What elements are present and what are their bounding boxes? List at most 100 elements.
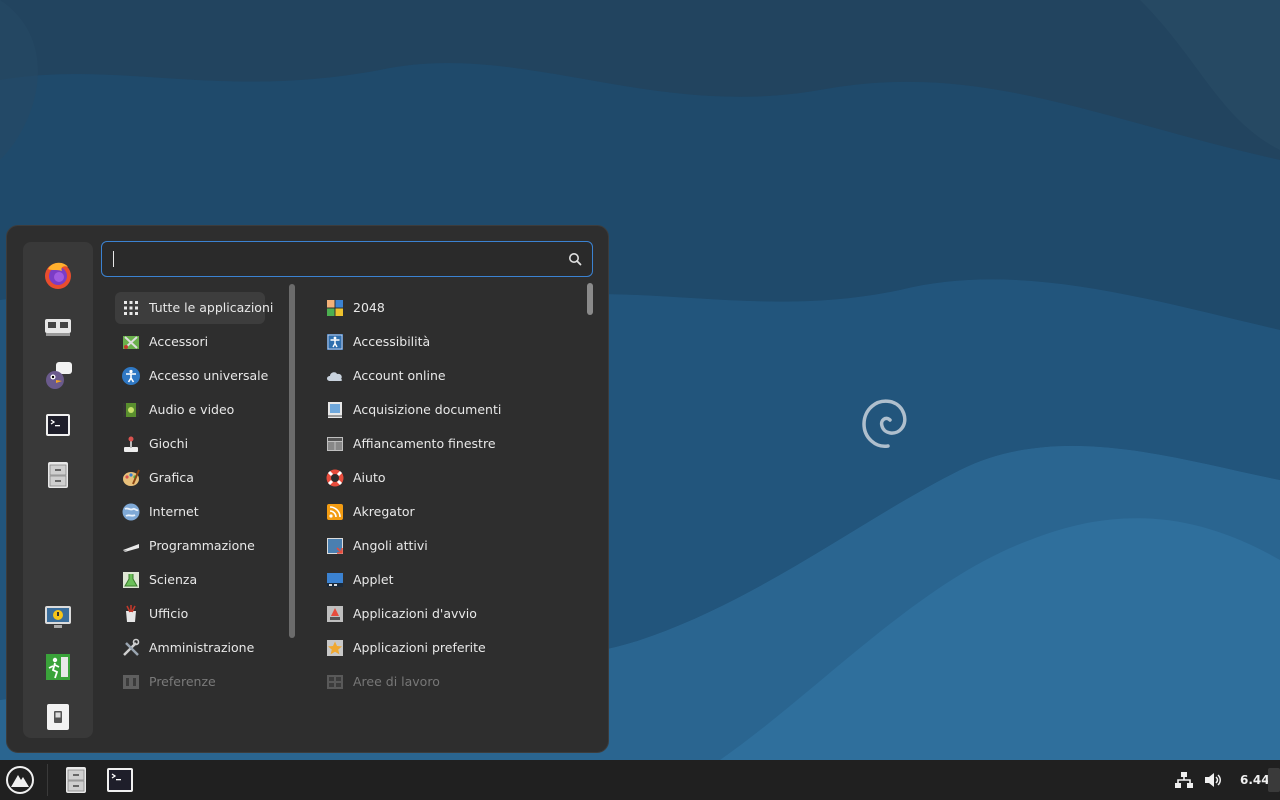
- app-preferred-applications[interactable]: Applicazioni preferite: [319, 632, 579, 664]
- applet-icon: [327, 573, 343, 587]
- pidgin-icon[interactable]: [39, 356, 77, 394]
- app-label: Aree di lavoro: [353, 674, 440, 689]
- search-input[interactable]: [112, 242, 556, 278]
- science-icon: [123, 572, 139, 588]
- category-internet[interactable]: Internet: [115, 496, 265, 528]
- system-monitor-icon[interactable]: [39, 306, 77, 344]
- app-workspaces[interactable]: Aree di lavoro: [319, 666, 579, 698]
- category-graphics[interactable]: Grafica: [115, 462, 265, 494]
- accessories-icon: [123, 336, 139, 349]
- category-label: Audio e video: [149, 402, 235, 417]
- taskbar-terminal-button[interactable]: [102, 762, 138, 798]
- menu-button[interactable]: [2, 762, 38, 798]
- debian-swirl-icon: [862, 399, 907, 448]
- category-label: Accessori: [149, 334, 209, 349]
- app-label: Applet: [353, 572, 394, 587]
- app-document-scanner[interactable]: Acquisizione documenti: [319, 394, 579, 426]
- category-accessories[interactable]: Accessori: [115, 326, 265, 358]
- app-accessibility[interactable]: Accessibilità: [319, 326, 579, 358]
- category-games[interactable]: Giochi: [115, 428, 265, 460]
- category-office[interactable]: Ufficio: [115, 598, 265, 630]
- category-all-applications[interactable]: Tutte le applicazioni: [115, 292, 273, 324]
- category-label: Accesso universale: [149, 368, 269, 383]
- game-2048-icon: [327, 300, 343, 316]
- app-applets[interactable]: Applet: [319, 564, 579, 596]
- app-label: Applicazioni preferite: [353, 640, 486, 655]
- cinnamon-menu-icon: [6, 766, 34, 794]
- grid-icon: [124, 301, 138, 315]
- show-desktop-button[interactable]: [1268, 768, 1280, 792]
- lock-screen-icon[interactable]: [39, 598, 77, 636]
- volume-icon[interactable]: [1203, 771, 1223, 789]
- workspaces-icon: [327, 675, 343, 689]
- preferences-icon: [123, 675, 139, 689]
- app-window-tiling[interactable]: Affiancamento finestre: [319, 428, 579, 460]
- startup-apps-icon: [327, 606, 343, 622]
- category-audio-video[interactable]: Audio e video: [115, 394, 265, 426]
- text-caret: [113, 251, 114, 267]
- globe-icon: [122, 503, 140, 521]
- app-label: Angoli attivi: [353, 538, 428, 553]
- cloud-icon: [327, 372, 343, 381]
- app-2048[interactable]: 2048: [319, 292, 579, 324]
- window-tiling-icon: [327, 437, 343, 451]
- favorites-sidebar: [23, 242, 93, 738]
- file-cabinet-icon[interactable]: [39, 456, 77, 494]
- lifebuoy-icon: [326, 469, 344, 487]
- file-cabinet-icon: [66, 767, 86, 793]
- app-label: Account online: [353, 368, 446, 383]
- category-science[interactable]: Scienza: [115, 564, 265, 596]
- multimedia-icon: [123, 403, 139, 417]
- app-online-accounts[interactable]: Account online: [319, 360, 579, 392]
- scanner-icon: [328, 402, 342, 418]
- taskbar-files-button[interactable]: [58, 762, 94, 798]
- terminal-icon[interactable]: [39, 406, 77, 444]
- app-label: Akregator: [353, 504, 415, 519]
- category-label: Giochi: [149, 436, 189, 451]
- category-programming[interactable]: Programmazione: [115, 530, 265, 562]
- application-menu: Tutte le applicazioni Accessori Accesso …: [6, 225, 609, 753]
- app-label: Acquisizione documenti: [353, 402, 502, 417]
- app-akregator[interactable]: Akregator: [319, 496, 579, 528]
- hot-corners-icon: [327, 538, 343, 554]
- app-label: Affiancamento finestre: [353, 436, 496, 451]
- firefox-icon[interactable]: [39, 256, 77, 294]
- power-switch-icon[interactable]: [39, 698, 77, 736]
- graphics-icon: [123, 469, 140, 486]
- app-label: 2048: [353, 300, 385, 315]
- app-hot-corners[interactable]: Angoli attivi: [319, 530, 579, 562]
- accessibility-icon: [327, 334, 343, 350]
- clock[interactable]: 6.44: [1240, 773, 1270, 787]
- category-label: Tutte le applicazioni: [149, 300, 274, 315]
- exit-icon[interactable]: [39, 648, 77, 686]
- app-label: Accessibilità: [353, 334, 431, 349]
- category-label: Amministrazione: [149, 640, 255, 655]
- network-icon[interactable]: [1174, 771, 1194, 789]
- search-icon[interactable]: [567, 251, 583, 267]
- programming-icon: [123, 544, 139, 552]
- taskbar: [0, 760, 1280, 800]
- app-startup-applications[interactable]: Applicazioni d'avvio: [319, 598, 579, 630]
- category-label: Ufficio: [149, 606, 189, 621]
- joystick-icon: [124, 436, 138, 452]
- accessibility-icon: [122, 367, 140, 385]
- rss-icon: [327, 504, 343, 520]
- terminal-icon: [107, 768, 133, 792]
- category-administration[interactable]: Amministrazione: [115, 632, 265, 664]
- app-list-scrollbar[interactable]: [587, 283, 593, 315]
- category-preferences[interactable]: Preferenze: [115, 666, 265, 698]
- category-label: Programmazione: [149, 538, 255, 553]
- search-box[interactable]: [101, 241, 593, 278]
- category-label: Grafica: [149, 470, 194, 485]
- category-scrollbar[interactable]: [289, 284, 295, 638]
- preferred-apps-icon: [327, 640, 343, 656]
- category-label: Internet: [149, 504, 199, 519]
- tools-icon: [123, 638, 140, 656]
- app-help[interactable]: Aiuto: [319, 462, 579, 494]
- category-label: Scienza: [149, 572, 198, 587]
- app-label: Aiuto: [353, 470, 386, 485]
- office-icon: [126, 605, 136, 622]
- taskbar-separator: [47, 764, 48, 796]
- category-universal-access[interactable]: Accesso universale: [115, 360, 269, 392]
- app-label: Applicazioni d'avvio: [353, 606, 477, 621]
